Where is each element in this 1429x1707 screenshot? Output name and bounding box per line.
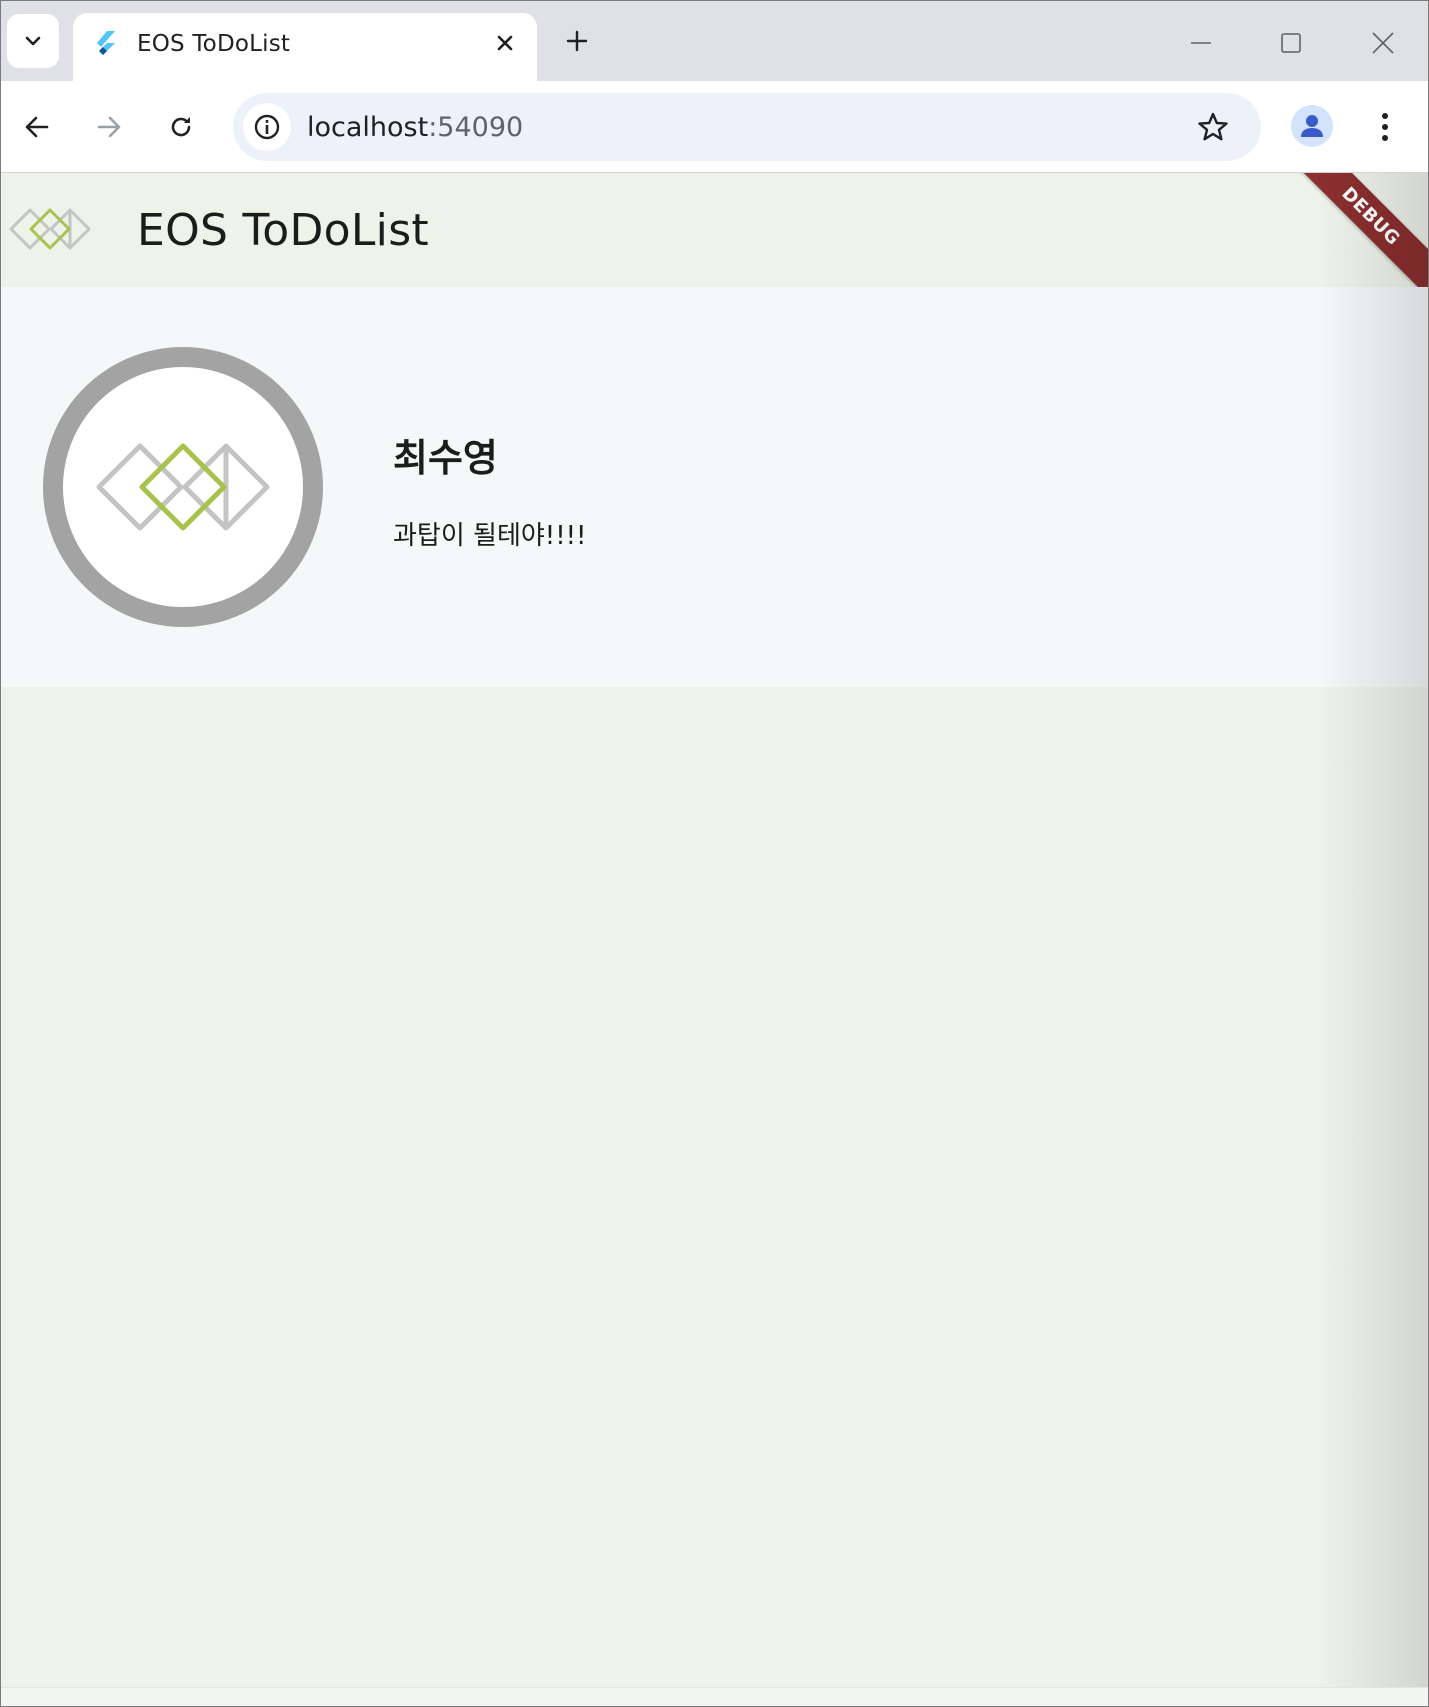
chevron-down-icon xyxy=(25,36,41,46)
minimize-button[interactable] xyxy=(1181,23,1221,63)
avatar-inner xyxy=(63,367,303,607)
site-info-button[interactable] xyxy=(243,103,291,151)
debug-banner: DEBUG xyxy=(1284,173,1428,303)
eos-logo-icon xyxy=(96,443,270,531)
person-icon xyxy=(1301,115,1323,137)
close-icon xyxy=(497,35,513,51)
eos-logo-icon xyxy=(9,208,91,250)
maximize-icon xyxy=(1281,33,1301,53)
window-bottom-edge xyxy=(1,1687,1428,1706)
profile-status-message: 과탑이 될테야!!!! xyxy=(393,521,587,551)
arrow-left-icon xyxy=(25,116,49,138)
avatar[interactable] xyxy=(43,347,323,627)
reload-icon xyxy=(171,117,191,137)
flutter-icon xyxy=(97,31,115,55)
browser-toolbar: localhost:54090 xyxy=(1,81,1428,173)
star-icon xyxy=(1198,112,1228,141)
tab-title: EOS ToDoList xyxy=(137,31,291,57)
browser-window: EOS ToDoList localhost:54090 EOS ToDoLis… xyxy=(0,0,1429,1707)
tab-search-button[interactable] xyxy=(7,14,59,68)
app-title: EOS ToDoList xyxy=(137,205,429,256)
minimize-icon xyxy=(1191,42,1211,44)
maximize-button[interactable] xyxy=(1271,23,1311,63)
url-port: :54090 xyxy=(428,112,524,143)
close-icon xyxy=(1372,32,1394,54)
reload-button[interactable] xyxy=(161,107,201,147)
arrow-right-icon xyxy=(97,116,121,138)
tab-strip: EOS ToDoList xyxy=(1,1,1428,81)
address-bar[interactable]: localhost:54090 xyxy=(233,93,1261,161)
more-vert-icon xyxy=(1382,113,1388,141)
bookmark-button[interactable] xyxy=(1193,107,1233,147)
back-button[interactable] xyxy=(17,107,57,147)
profile-card: 최수영 과탑이 될테야!!!! xyxy=(1,287,1428,687)
tab-close-button[interactable] xyxy=(491,29,519,57)
new-tab-button[interactable] xyxy=(561,25,593,57)
profile-button[interactable] xyxy=(1291,105,1333,147)
profile-name: 최수영 xyxy=(393,436,498,480)
plus-icon xyxy=(566,30,588,52)
info-icon xyxy=(254,114,280,140)
close-window-button[interactable] xyxy=(1363,23,1403,63)
url-text[interactable]: localhost:54090 xyxy=(307,112,523,143)
app-viewport: EOS ToDoList DEBUG 최수영 과탑이 될테야!!!! xyxy=(1,173,1428,1706)
tab-active[interactable]: EOS ToDoList xyxy=(73,13,537,81)
browser-menu-button[interactable] xyxy=(1365,105,1405,149)
app-bar: EOS ToDoList DEBUG xyxy=(1,173,1428,303)
url-host: localhost xyxy=(307,112,429,143)
forward-button[interactable] xyxy=(89,107,129,147)
